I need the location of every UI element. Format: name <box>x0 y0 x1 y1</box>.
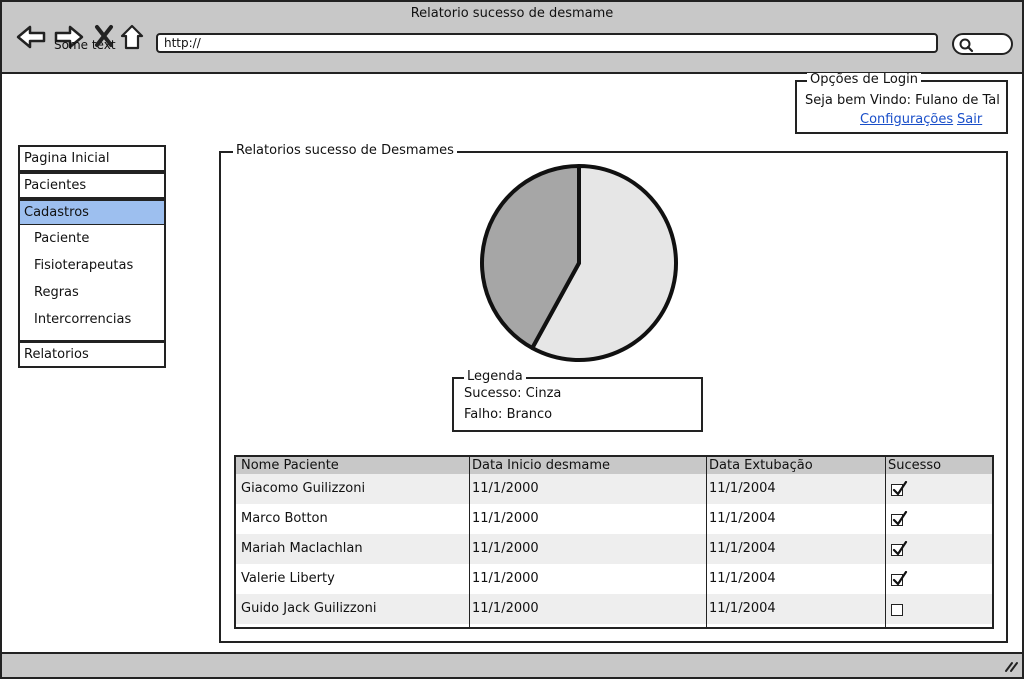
success-checkbox[interactable] <box>891 511 908 526</box>
welcome-text: Seja bem Vindo: Fulano de Tal <box>805 93 1000 108</box>
cell-start: 11/1/2000 <box>472 601 539 616</box>
chart-legend-box: Legenda Sucesso: Cinza Falho: Branco <box>452 370 703 432</box>
url-input[interactable]: http:// <box>156 33 938 53</box>
status-bar <box>2 652 1022 677</box>
home-icon[interactable] <box>120 24 144 50</box>
cell-start: 11/1/2000 <box>472 481 539 496</box>
sidebar-item-pagina-inicial[interactable]: Pagina Inicial <box>18 145 166 172</box>
cell-name: Valerie Liberty <box>241 571 335 586</box>
column-divider <box>469 457 470 627</box>
chart-legend-title: Legenda <box>464 370 526 384</box>
table-header: Nome Paciente Data Inicio desmame Data E… <box>236 457 992 474</box>
submenu-item-intercorrencias[interactable]: Intercorrencias <box>34 312 131 327</box>
checkmark-icon <box>892 481 908 496</box>
table-row[interactable]: Valerie Liberty 11/1/2000 11/1/2004 <box>236 564 992 594</box>
cell-name: Guido Jack Guilizzoni <box>241 601 377 616</box>
report-panel-legend: Relatorios sucesso de Desmames <box>233 144 457 158</box>
cadastros-submenu: Paciente Fisioterapeutas Regras Intercor… <box>18 225 166 342</box>
settings-link[interactable]: Configurações <box>860 112 953 127</box>
column-header-start[interactable]: Data Inicio desmame <box>472 458 610 473</box>
window-title: Relatorio sucesso de desmame <box>410 6 614 21</box>
cell-start: 11/1/2000 <box>472 541 539 556</box>
cell-extubation: 11/1/2004 <box>709 601 776 616</box>
logout-link[interactable]: Sair <box>957 112 982 127</box>
cell-name: Giacomo Guilizzoni <box>241 481 366 496</box>
checkmark-icon <box>892 541 908 556</box>
cell-name: Marco Botton <box>241 511 328 526</box>
login-options-legend: Opções de Login <box>807 73 921 87</box>
success-checkbox[interactable] <box>891 604 903 616</box>
legend-success: Sucesso: Cinza <box>464 386 562 401</box>
submenu-item-paciente[interactable]: Paciente <box>34 231 89 246</box>
success-checkbox[interactable] <box>891 541 908 556</box>
cell-extubation: 11/1/2004 <box>709 481 776 496</box>
checkmark-icon <box>892 511 908 526</box>
search-box[interactable] <box>952 33 1013 55</box>
sidebar-item-cadastros[interactable]: Cadastros <box>18 199 166 226</box>
cell-start: 11/1/2000 <box>472 571 539 586</box>
table-row[interactable]: Guido Jack Guilizzoni 11/1/2000 11/1/200… <box>236 594 992 624</box>
back-arrow-icon[interactable] <box>16 24 46 50</box>
success-checkbox[interactable] <box>891 571 908 586</box>
browser-toolbar: Relatorio sucesso de desmame Some text h… <box>2 2 1022 74</box>
checkmark-icon <box>892 571 908 586</box>
cell-name: Mariah Maclachlan <box>241 541 363 556</box>
table-row[interactable]: Marco Botton 11/1/2000 11/1/2004 <box>236 504 992 534</box>
success-checkbox[interactable] <box>891 481 908 496</box>
browser-window: Relatorio sucesso de desmame Some text h… <box>0 0 1024 679</box>
submenu-item-regras[interactable]: Regras <box>34 285 79 300</box>
legend-failure: Falho: Branco <box>464 407 553 422</box>
cell-extubation: 11/1/2004 <box>709 511 776 526</box>
cell-extubation: 11/1/2004 <box>709 541 776 556</box>
search-icon <box>959 38 974 53</box>
success-pie-chart <box>480 164 678 362</box>
weaning-table: Nome Paciente Data Inicio desmame Data E… <box>234 455 994 629</box>
table-row[interactable]: Giacomo Guilizzoni 11/1/2000 11/1/2004 <box>236 474 992 504</box>
submenu-item-fisioterapeutas[interactable]: Fisioterapeutas <box>34 258 133 273</box>
column-divider <box>706 457 707 627</box>
column-header-name[interactable]: Nome Paciente <box>241 458 339 473</box>
cell-start: 11/1/2000 <box>472 511 539 526</box>
cell-extubation: 11/1/2004 <box>709 571 776 586</box>
column-header-success[interactable]: Sucesso <box>888 458 941 473</box>
sidebar-item-relatorios[interactable]: Relatorios <box>18 341 166 368</box>
column-divider <box>885 457 886 627</box>
login-options-panel: Opções de Login Seja bem Vindo: Fulano d… <box>795 73 1008 134</box>
close-x-icon[interactable] <box>94 24 114 48</box>
column-header-extubation[interactable]: Data Extubação <box>709 458 813 473</box>
sidebar-item-pacientes[interactable]: Pacientes <box>18 172 166 199</box>
table-row[interactable]: Mariah Maclachlan 11/1/2000 11/1/2004 <box>236 534 992 564</box>
resize-grip-icon[interactable] <box>1004 660 1018 672</box>
